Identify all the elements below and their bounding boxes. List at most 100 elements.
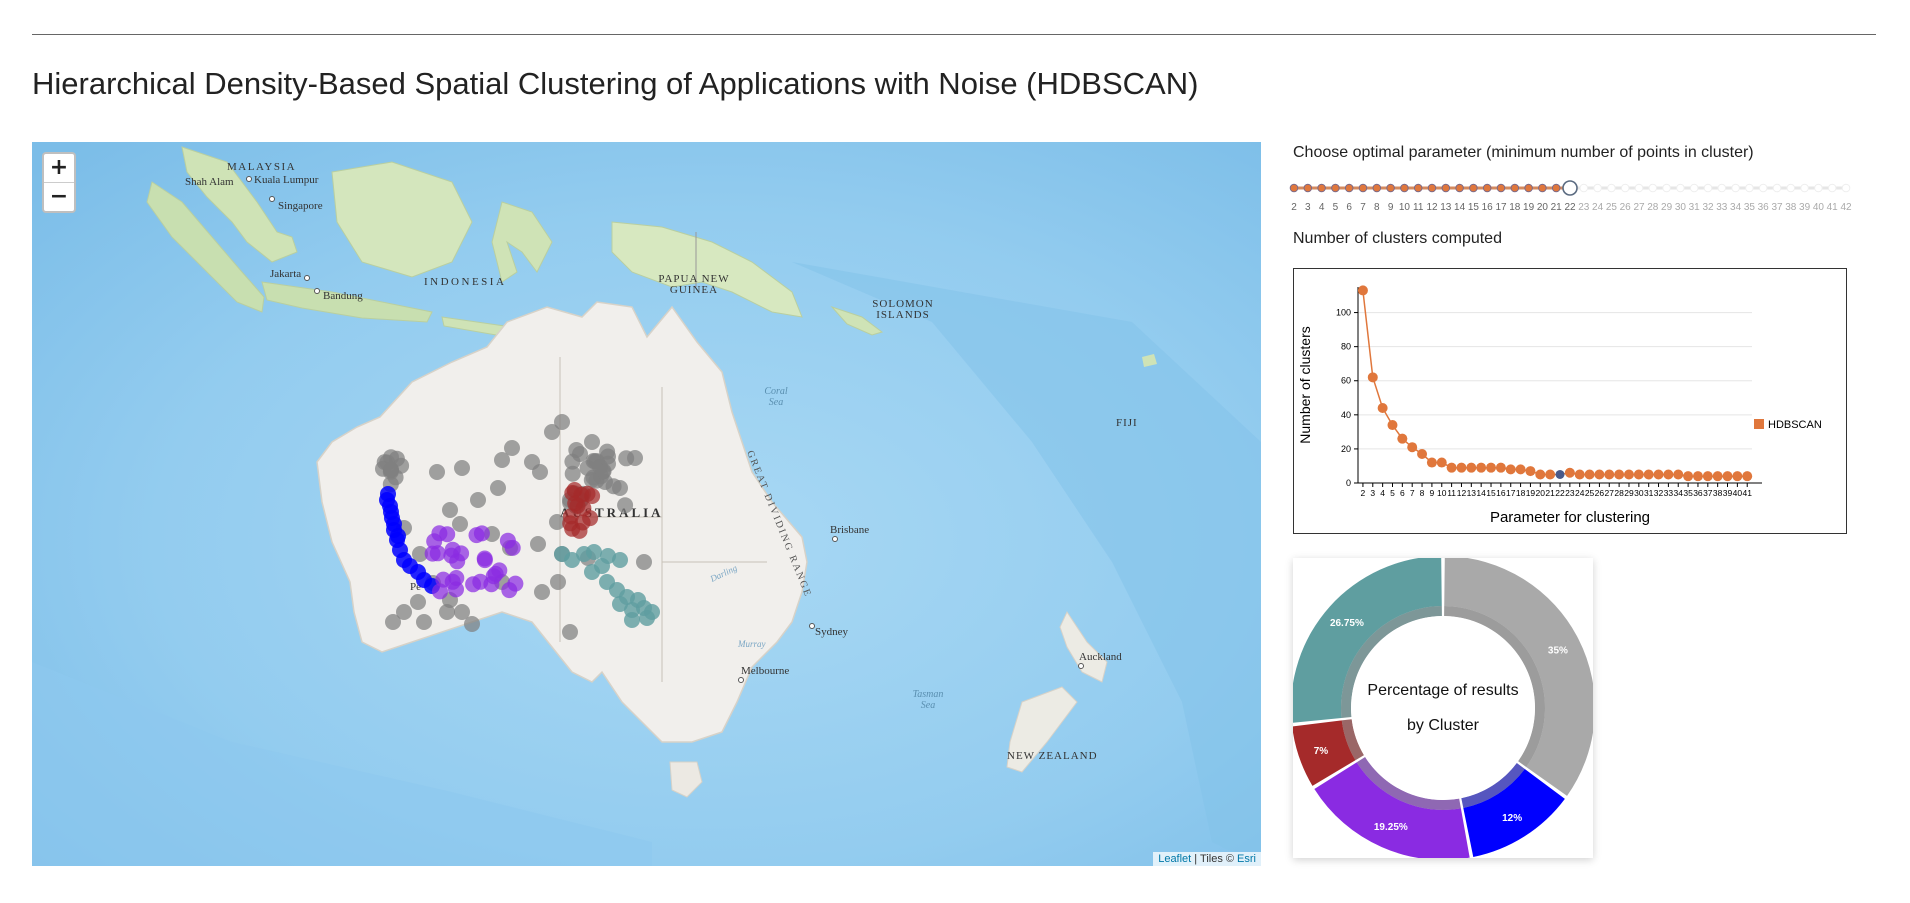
- donut-slice-label: 7%: [1314, 746, 1329, 757]
- slider-tick-dot[interactable]: [1593, 183, 1602, 193]
- slider-tick-dot[interactable]: [1400, 183, 1409, 193]
- slider-tick-dot[interactable]: [1303, 183, 1313, 193]
- slider-tick-dot[interactable]: [1758, 183, 1768, 193]
- slider-tick-dot[interactable]: [1662, 183, 1671, 193]
- slider-tick-dot[interactable]: [1317, 183, 1326, 193]
- purple-cluster-point: [444, 541, 461, 558]
- x-tick-label: 5: [1390, 488, 1395, 498]
- slider-tick-dot[interactable]: [1372, 183, 1382, 193]
- attribution-separator: | Tiles ©: [1191, 853, 1238, 865]
- slider-tick-dot[interactable]: [1800, 183, 1809, 193]
- slider-tick-dot[interactable]: [1579, 183, 1589, 193]
- slider-tick-label: 30: [1675, 202, 1687, 213]
- slider-tick-dot[interactable]: [1620, 183, 1630, 193]
- slider-tick-dot[interactable]: [1731, 183, 1740, 193]
- slider-tick-dot[interactable]: [1786, 183, 1796, 193]
- teal-cluster-point: [624, 612, 640, 628]
- slider-tick-dot[interactable]: [1745, 183, 1754, 193]
- slider-tick-dot[interactable]: [1469, 183, 1478, 193]
- x-tick-label: 27: [1605, 488, 1615, 498]
- leaflet-link[interactable]: Leaflet: [1158, 853, 1191, 865]
- purple-cluster-point: [472, 573, 489, 590]
- x-tick-label: 13: [1467, 488, 1477, 498]
- label-malaysia: MALAYSIA: [227, 161, 296, 173]
- slider-handle[interactable]: [1562, 180, 1578, 196]
- slider-tick-label: 27: [1633, 202, 1645, 213]
- slider-tick-dot[interactable]: [1814, 183, 1823, 193]
- series-point: [1436, 457, 1447, 468]
- zoom-in-button[interactable]: +: [44, 154, 74, 183]
- noise-point: [534, 584, 550, 600]
- slider-tick-dot[interactable]: [1841, 183, 1851, 193]
- slider-tick-dot[interactable]: [1634, 183, 1644, 193]
- series-point: [1377, 403, 1388, 414]
- slider-tick-dot[interactable]: [1703, 183, 1713, 193]
- purple-cluster-point: [507, 575, 524, 592]
- parameter-slider[interactable]: 2 3 4 5 6 7 8 9 10 11 12 13 14 15 16 17 18 19 20 21 22 23 24 25…: [1288, 176, 1852, 216]
- esri-link[interactable]: Esri: [1237, 853, 1256, 865]
- x-tick-label: 33: [1664, 488, 1674, 498]
- slider-tick-label: 7: [1360, 202, 1366, 213]
- noise-point: [618, 450, 635, 467]
- slider-tick-dot[interactable]: [1413, 183, 1423, 193]
- slider-tick-label: 23: [1578, 202, 1590, 213]
- slider-tick-dot[interactable]: [1510, 183, 1520, 193]
- donut-slice-label: 19.25%: [1374, 822, 1408, 833]
- slider-tick-dot[interactable]: [1538, 183, 1547, 193]
- map-canvas[interactable]: MALAYSIA Shah Alam Kuala Lumpur Singapor…: [32, 142, 1261, 866]
- cluster-map[interactable]: MALAYSIA Shah Alam Kuala Lumpur Singapor…: [32, 142, 1261, 866]
- slider-tick-dot[interactable]: [1607, 183, 1616, 193]
- series-point: [1673, 469, 1684, 480]
- noise-point: [504, 440, 520, 456]
- x-tick-label: 7: [1410, 488, 1415, 498]
- slider-tick-dot[interactable]: [1358, 183, 1368, 193]
- slider-track[interactable]: 2 3 4 5 6 7 8 9 10 11 12 13 14 15 16 17 18 19 20 21 22 23 24 25…: [1288, 176, 1852, 216]
- slider-tick-dot[interactable]: [1827, 183, 1837, 193]
- label-shah-alam: Shah Alam: [185, 176, 234, 188]
- slider-tick-dot[interactable]: [1717, 183, 1727, 193]
- slider-tick-dot[interactable]: [1689, 183, 1699, 193]
- zoom-out-button[interactable]: −: [44, 183, 74, 211]
- label-indonesia: INDONESIA: [424, 276, 506, 288]
- noise-point: [490, 480, 506, 496]
- slider-tick-dot[interactable]: [1676, 183, 1685, 193]
- x-tick-label: 16: [1496, 488, 1506, 498]
- slider-tick-dot[interactable]: [1289, 183, 1299, 193]
- series-point: [1535, 469, 1546, 480]
- slider-tick-dot[interactable]: [1496, 183, 1506, 193]
- slider-tick-dot[interactable]: [1344, 183, 1354, 193]
- donut-slice-label: 26.75%: [1330, 618, 1364, 629]
- purple-cluster-point: [431, 525, 448, 542]
- series-point: [1446, 462, 1457, 473]
- slider-tick-dot[interactable]: [1772, 183, 1782, 193]
- label-coral-2: Sea: [769, 397, 783, 408]
- series-point: [1564, 467, 1575, 478]
- slider-tick-dot[interactable]: [1331, 183, 1340, 193]
- clusters-line-chart: 0 20 40 60 80 100 2 3 4 5 6 7 8 9 10 11 12 13 14 15 16 17 18 19…: [1293, 268, 1847, 534]
- noise-point: [584, 434, 600, 450]
- slider-tick-label: 10: [1399, 202, 1411, 213]
- y-tick-label: 80: [1341, 342, 1351, 352]
- series-point: [1653, 469, 1664, 480]
- x-tick-label: 3: [1370, 488, 1375, 498]
- noise-point: [429, 464, 445, 480]
- slider-tick-dot[interactable]: [1441, 183, 1451, 193]
- x-tick-label: 38: [1713, 488, 1723, 498]
- slider-tick-label: 19: [1523, 202, 1535, 213]
- noise-point: [454, 604, 470, 620]
- x-tick-label: 40: [1733, 488, 1743, 498]
- city-dot-kl: [246, 176, 252, 182]
- noise-point: [388, 450, 405, 467]
- slider-tick-dot[interactable]: [1455, 183, 1464, 193]
- slider-tick-dot[interactable]: [1524, 183, 1533, 193]
- slider-tick-label: 28: [1647, 202, 1659, 213]
- slider-tick-dot[interactable]: [1648, 183, 1658, 193]
- slider-tick-dot[interactable]: [1551, 183, 1561, 193]
- slider-tick-dot[interactable]: [1482, 183, 1492, 193]
- slider-tick-dot[interactable]: [1427, 183, 1437, 193]
- teal-cluster-point: [586, 544, 602, 560]
- x-tick-label: 15: [1486, 488, 1496, 498]
- noise-point: [550, 574, 566, 590]
- series-point: [1663, 469, 1674, 480]
- slider-tick-dot[interactable]: [1386, 183, 1395, 193]
